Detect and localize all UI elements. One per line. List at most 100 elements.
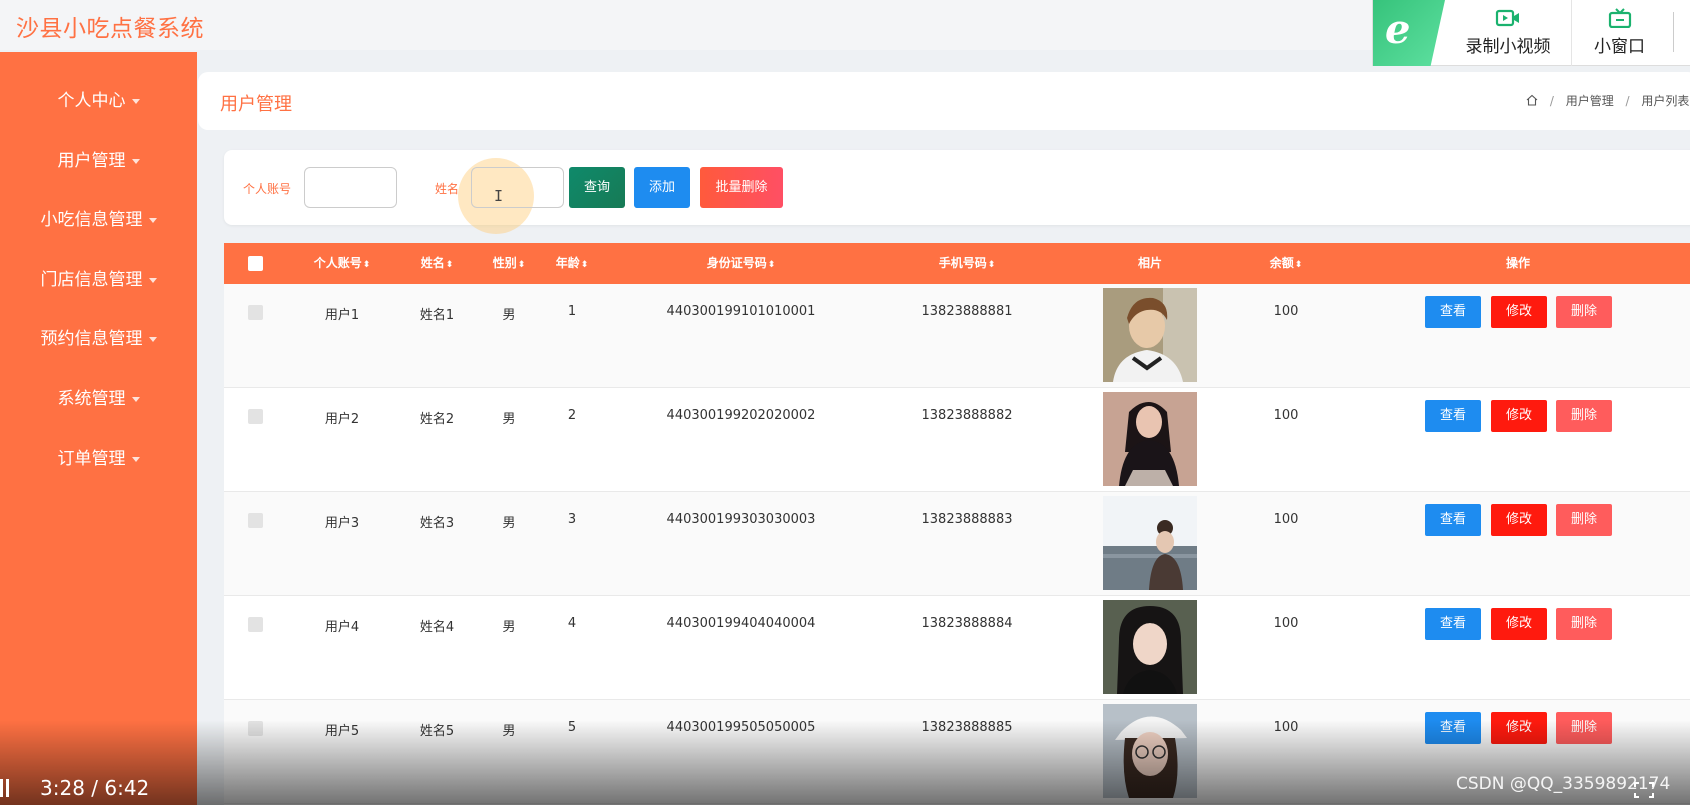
breadcrumb-separator: / [1549, 94, 1554, 108]
cell-id-card: 440300199303030003 [666, 512, 816, 527]
view-button[interactable]: 查看 [1425, 712, 1481, 744]
text-cursor-icon: I [494, 187, 504, 205]
cell-name: 姓名1 [419, 308, 455, 323]
cell-age: 4 [567, 616, 577, 631]
breadcrumb-item-user-list: 用户列表 [1641, 94, 1690, 108]
video-time: 3:28 / 6:42 [40, 776, 150, 800]
cell-id-card: 440300199404040004 [666, 616, 816, 631]
pause-icon[interactable] [0, 779, 10, 797]
cell-account: 用户4 [324, 620, 360, 635]
header-account[interactable]: 个人账号⬍ [314, 243, 371, 284]
app-title: 沙县小吃点餐系统 [16, 16, 204, 42]
cell-balance: 100 [1273, 304, 1299, 319]
tv-icon [1608, 8, 1631, 28]
cell-account: 用户3 [324, 516, 360, 531]
caret-down-icon [131, 396, 140, 402]
delete-button[interactable]: 删除 [1556, 296, 1612, 328]
row-checkbox[interactable] [248, 617, 263, 632]
delete-button[interactable]: 删除 [1556, 608, 1612, 640]
header-id-card[interactable]: 身份证号码⬍ [707, 243, 776, 284]
caret-down-icon [148, 336, 157, 342]
query-button[interactable]: 查询 [569, 167, 625, 208]
sort-icon[interactable]: ⬍ [581, 260, 589, 270]
edit-button[interactable]: 修改 [1491, 400, 1547, 432]
header-balance[interactable]: 余额⬍ [1270, 243, 1303, 284]
sort-icon[interactable]: ⬍ [446, 260, 454, 270]
sidebar-item-label: 小吃信息管理 [40, 210, 143, 230]
sidebar-item-store-info[interactable]: 门店信息管理 [0, 260, 197, 300]
batch-delete-button[interactable]: 批量删除 [700, 167, 783, 208]
cell-balance: 100 [1273, 616, 1299, 631]
cell-balance: 100 [1273, 720, 1299, 735]
home-icon[interactable] [1526, 94, 1538, 106]
sort-icon[interactable]: ⬍ [988, 260, 996, 270]
view-button[interactable]: 查看 [1425, 608, 1481, 640]
sidebar: 个人中心 用户管理 小吃信息管理 门店信息管理 预约信息管理 系统管理 订单管理 [0, 52, 197, 805]
header-phone[interactable]: 手机号码⬍ [939, 243, 996, 284]
user-photo [1103, 288, 1197, 382]
sort-icon[interactable]: ⬍ [518, 260, 526, 270]
caret-down-icon [131, 98, 140, 104]
view-button[interactable]: 查看 [1425, 504, 1481, 536]
user-photo [1103, 600, 1197, 694]
cell-age: 3 [567, 512, 577, 527]
row-checkbox[interactable] [248, 305, 263, 320]
sidebar-item-reservation-info[interactable]: 预约信息管理 [0, 319, 197, 359]
sort-icon[interactable]: ⬍ [363, 260, 371, 270]
table-row: 用户1 姓名1 男 1 440300199101010001 138238888… [224, 284, 1690, 388]
table-row: 用户2 姓名2 男 2 440300199202020002 138238888… [224, 388, 1690, 492]
fullscreen-icon[interactable] [1634, 782, 1654, 798]
sidebar-item-snack-info[interactable]: 小吃信息管理 [0, 200, 197, 240]
row-checkbox[interactable] [248, 721, 263, 736]
sidebar-item-label: 门店信息管理 [40, 270, 143, 290]
breadcrumb-item-user-management[interactable]: 用户管理 [1566, 94, 1614, 108]
edit-button[interactable]: 修改 [1491, 608, 1547, 640]
cell-id-card: 440300199101010001 [666, 304, 816, 319]
header-gender[interactable]: 性别⬍ [493, 243, 526, 284]
cell-gender: 男 [502, 620, 516, 635]
table-header: 个人账号⬍ 姓名⬍ 性别⬍ 年龄⬍ 身份证号码⬍ 手机号码⬍ 相片 余额⬍ 操作 [224, 243, 1690, 284]
sort-icon[interactable]: ⬍ [1295, 260, 1303, 270]
mini-window-button[interactable]: 小窗口 [1571, 0, 1667, 66]
row-checkbox[interactable] [248, 409, 263, 424]
cell-name: 姓名5 [419, 724, 455, 739]
view-button[interactable]: 查看 [1425, 400, 1481, 432]
sort-icon[interactable]: ⬍ [768, 260, 776, 270]
cell-age: 1 [567, 304, 577, 319]
edit-button[interactable]: 修改 [1491, 296, 1547, 328]
select-all-checkbox[interactable] [248, 256, 263, 271]
cell-age: 2 [567, 408, 577, 423]
edit-button[interactable]: 修改 [1491, 712, 1547, 744]
record-video-button[interactable]: 录制小视频 [1453, 0, 1563, 66]
view-button[interactable]: 查看 [1425, 296, 1481, 328]
caret-down-icon [131, 456, 140, 462]
sidebar-item-personal-center[interactable]: 个人中心 [0, 81, 197, 121]
browser-logo-icon: e [1373, 0, 1445, 66]
account-input[interactable] [304, 167, 397, 208]
sidebar-item-order-management[interactable]: 订单管理 [0, 439, 197, 479]
sidebar-item-system-management[interactable]: 系统管理 [0, 379, 197, 419]
cell-id-card: 440300199202020002 [666, 408, 816, 423]
header-age[interactable]: 年龄⬍ [556, 243, 589, 284]
header-name[interactable]: 姓名⬍ [421, 243, 454, 284]
cell-account: 用户1 [324, 308, 360, 323]
caret-down-icon [131, 158, 140, 164]
sidebar-item-label: 个人中心 [57, 91, 126, 111]
toolbar-divider [1673, 12, 1674, 52]
add-button[interactable]: 添加 [634, 167, 690, 208]
delete-button[interactable]: 删除 [1556, 712, 1612, 744]
cell-phone: 13823888882 [921, 408, 1013, 423]
page-title: 用户管理 [220, 94, 292, 115]
edit-button[interactable]: 修改 [1491, 504, 1547, 536]
header-photo: 相片 [1137, 256, 1163, 270]
row-checkbox[interactable] [248, 513, 263, 528]
cell-name: 姓名3 [419, 516, 455, 531]
delete-button[interactable]: 删除 [1556, 504, 1612, 536]
page-header: 用户管理 [198, 72, 1690, 130]
cell-gender: 男 [502, 308, 516, 323]
breadcrumb: / 用户管理 / 用户列表 [1526, 92, 1689, 109]
delete-button[interactable]: 删除 [1556, 400, 1612, 432]
name-input[interactable] [471, 167, 564, 208]
sidebar-item-user-management[interactable]: 用户管理 [0, 141, 197, 181]
cell-balance: 100 [1273, 512, 1299, 527]
